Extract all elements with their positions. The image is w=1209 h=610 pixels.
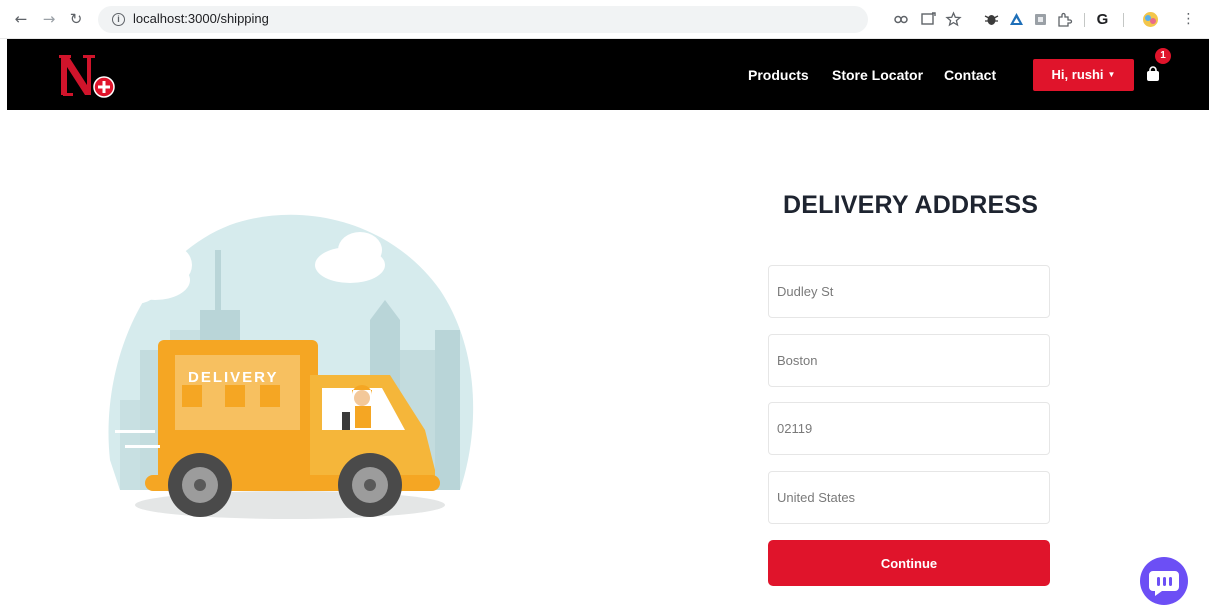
chevron-down-icon: ▼ (1107, 70, 1116, 79)
extension-bug-icon[interactable] (983, 11, 1000, 28)
site-logo[interactable] (57, 49, 122, 101)
address-bar-url[interactable]: localhost:3000/shipping (133, 11, 269, 26)
delivery-truck-illustration: DELIVERY (100, 200, 480, 530)
zip-code-input[interactable] (768, 402, 1050, 455)
browser-toolbar: ← → ↻ i localhost:3000/shipping G ⋮ (0, 0, 1209, 39)
continue-button[interactable]: Continue (768, 540, 1050, 586)
country-input[interactable] (768, 471, 1050, 524)
profile-avatar-icon[interactable] (1142, 11, 1159, 28)
toolbar-divider (1084, 13, 1085, 27)
extensions-puzzle-icon[interactable] (1056, 11, 1073, 28)
extension-drive-icon[interactable] (1008, 11, 1025, 28)
chat-widget-button[interactable] (1140, 557, 1188, 605)
google-g-icon[interactable]: G (1094, 11, 1111, 28)
extension-square-icon[interactable] (1032, 11, 1049, 28)
truck-delivery-text: DELIVERY (188, 369, 278, 386)
user-menu-label: Hi, rushi (1051, 67, 1104, 82)
nav-link-contact[interactable]: Contact (944, 67, 996, 83)
forward-icon[interactable]: → (40, 10, 58, 28)
site-info-icon[interactable]: i (112, 13, 125, 26)
user-menu-button[interactable]: Hi, rushi ▼ (1033, 59, 1134, 91)
back-icon[interactable]: ← (12, 10, 30, 28)
nav-link-products[interactable]: Products (748, 67, 809, 83)
site-navbar: Products Store Locator Contact Hi, rushi… (7, 39, 1209, 110)
cart-count-badge: 1 (1155, 48, 1171, 64)
password-key-icon[interactable] (893, 11, 910, 28)
toolbar-divider (1123, 13, 1124, 27)
browser-menu-icon[interactable]: ⋮ (1180, 11, 1197, 28)
bookmark-star-icon[interactable] (945, 11, 962, 28)
chat-bubble-icon (1149, 571, 1179, 596)
city-input[interactable] (768, 334, 1050, 387)
install-app-icon[interactable] (920, 11, 937, 28)
street-address-input[interactable] (768, 265, 1050, 318)
page-title: DELIVERY ADDRESS (783, 191, 1039, 219)
nav-link-store-locator[interactable]: Store Locator (832, 67, 923, 83)
reload-icon[interactable]: ↻ (67, 10, 85, 28)
cart-icon[interactable] (1146, 66, 1160, 82)
